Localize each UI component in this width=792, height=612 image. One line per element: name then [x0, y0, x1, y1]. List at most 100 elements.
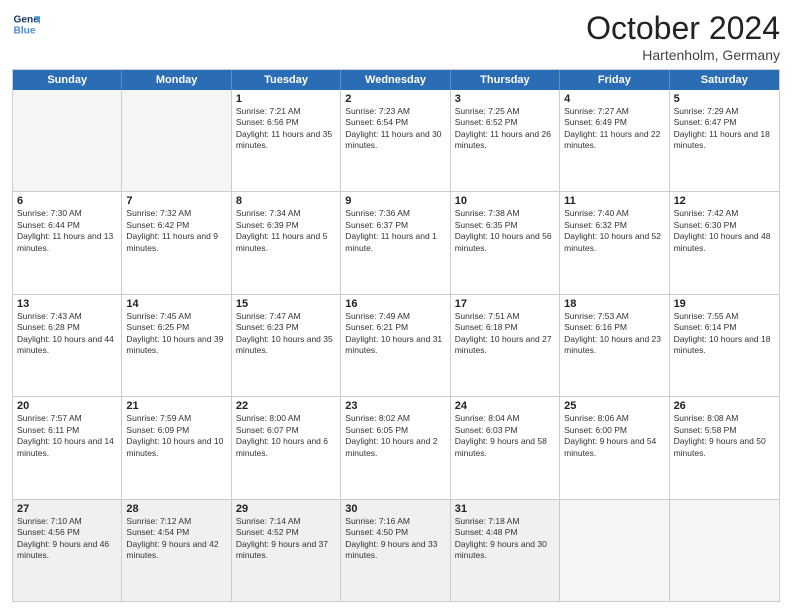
sunrise-text: Sunrise: 7:25 AM [455, 106, 555, 117]
calendar: Sunday Monday Tuesday Wednesday Thursday… [12, 69, 780, 602]
sunrise-text: Sunrise: 8:00 AM [236, 413, 336, 424]
sunrise-text: Sunrise: 7:42 AM [674, 208, 775, 219]
calendar-cell: 26Sunrise: 8:08 AMSunset: 5:58 PMDayligh… [670, 397, 779, 498]
daylight-text: Daylight: 11 hours and 18 minutes. [674, 129, 775, 152]
calendar-cell: 18Sunrise: 7:53 AMSunset: 6:16 PMDayligh… [560, 295, 669, 396]
sunrise-text: Sunrise: 7:32 AM [126, 208, 226, 219]
sunset-text: Sunset: 6:28 PM [17, 322, 117, 333]
daylight-text: Daylight: 9 hours and 58 minutes. [455, 436, 555, 459]
calendar-cell: 17Sunrise: 7:51 AMSunset: 6:18 PMDayligh… [451, 295, 560, 396]
day-number: 11 [564, 195, 664, 207]
calendar-week-5: 27Sunrise: 7:10 AMSunset: 4:56 PMDayligh… [13, 499, 779, 601]
sunrise-text: Sunrise: 7:57 AM [17, 413, 117, 424]
sunrise-text: Sunrise: 7:34 AM [236, 208, 336, 219]
sunset-text: Sunset: 6:49 PM [564, 117, 664, 128]
calendar-cell: 23Sunrise: 8:02 AMSunset: 6:05 PMDayligh… [341, 397, 450, 498]
calendar-week-1: 1Sunrise: 7:21 AMSunset: 6:56 PMDaylight… [13, 90, 779, 191]
sunset-text: Sunset: 6:39 PM [236, 220, 336, 231]
daylight-text: Daylight: 10 hours and 56 minutes. [455, 231, 555, 254]
day-number: 20 [17, 400, 117, 412]
calendar-cell: 20Sunrise: 7:57 AMSunset: 6:11 PMDayligh… [13, 397, 122, 498]
daylight-text: Daylight: 9 hours and 37 minutes. [236, 539, 336, 562]
sunset-text: Sunset: 6:14 PM [674, 322, 775, 333]
daylight-text: Daylight: 10 hours and 31 minutes. [345, 334, 445, 357]
day-number: 22 [236, 400, 336, 412]
day-number: 7 [126, 195, 226, 207]
day-number: 28 [126, 503, 226, 515]
sunset-text: Sunset: 4:50 PM [345, 527, 445, 538]
sunrise-text: Sunrise: 7:27 AM [564, 106, 664, 117]
calendar-cell: 8Sunrise: 7:34 AMSunset: 6:39 PMDaylight… [232, 192, 341, 293]
calendar-cell: 22Sunrise: 8:00 AMSunset: 6:07 PMDayligh… [232, 397, 341, 498]
calendar-cell: 4Sunrise: 7:27 AMSunset: 6:49 PMDaylight… [560, 90, 669, 191]
logo-icon: General Blue [12, 10, 40, 38]
calendar-cell: 11Sunrise: 7:40 AMSunset: 6:32 PMDayligh… [560, 192, 669, 293]
daylight-text: Daylight: 11 hours and 30 minutes. [345, 129, 445, 152]
day-number: 27 [17, 503, 117, 515]
sunrise-text: Sunrise: 7:45 AM [126, 311, 226, 322]
sunset-text: Sunset: 4:52 PM [236, 527, 336, 538]
calendar-cell: 31Sunrise: 7:18 AMSunset: 4:48 PMDayligh… [451, 500, 560, 601]
calendar-cell: 16Sunrise: 7:49 AMSunset: 6:21 PMDayligh… [341, 295, 450, 396]
daylight-text: Daylight: 9 hours and 46 minutes. [17, 539, 117, 562]
daylight-text: Daylight: 10 hours and 10 minutes. [126, 436, 226, 459]
logo: General Blue [12, 10, 40, 38]
daylight-text: Daylight: 11 hours and 22 minutes. [564, 129, 664, 152]
sunrise-text: Sunrise: 7:38 AM [455, 208, 555, 219]
sunrise-text: Sunrise: 7:10 AM [17, 516, 117, 527]
header-thursday: Thursday [451, 70, 560, 90]
calendar-cell: 24Sunrise: 8:04 AMSunset: 6:03 PMDayligh… [451, 397, 560, 498]
sunrise-text: Sunrise: 7:12 AM [126, 516, 226, 527]
header-wednesday: Wednesday [341, 70, 450, 90]
sunset-text: Sunset: 6:18 PM [455, 322, 555, 333]
day-number: 12 [674, 195, 775, 207]
day-number: 25 [564, 400, 664, 412]
daylight-text: Daylight: 10 hours and 6 minutes. [236, 436, 336, 459]
sunset-text: Sunset: 5:58 PM [674, 425, 775, 436]
sunset-text: Sunset: 6:21 PM [345, 322, 445, 333]
sunset-text: Sunset: 6:37 PM [345, 220, 445, 231]
calendar-cell [670, 500, 779, 601]
daylight-text: Daylight: 11 hours and 1 minute. [345, 231, 445, 254]
sunset-text: Sunset: 6:30 PM [674, 220, 775, 231]
daylight-text: Daylight: 10 hours and 35 minutes. [236, 334, 336, 357]
day-number: 1 [236, 93, 336, 105]
daylight-text: Daylight: 9 hours and 50 minutes. [674, 436, 775, 459]
day-number: 9 [345, 195, 445, 207]
calendar-cell [13, 90, 122, 191]
day-number: 4 [564, 93, 664, 105]
sunrise-text: Sunrise: 7:36 AM [345, 208, 445, 219]
daylight-text: Daylight: 10 hours and 18 minutes. [674, 334, 775, 357]
calendar-header-row: Sunday Monday Tuesday Wednesday Thursday… [13, 70, 779, 90]
sunset-text: Sunset: 6:35 PM [455, 220, 555, 231]
location-title: Hartenholm, Germany [586, 47, 780, 63]
daylight-text: Daylight: 10 hours and 23 minutes. [564, 334, 664, 357]
sunrise-text: Sunrise: 7:23 AM [345, 106, 445, 117]
sunrise-text: Sunrise: 7:30 AM [17, 208, 117, 219]
sunset-text: Sunset: 6:16 PM [564, 322, 664, 333]
calendar-cell: 7Sunrise: 7:32 AMSunset: 6:42 PMDaylight… [122, 192, 231, 293]
sunrise-text: Sunrise: 7:43 AM [17, 311, 117, 322]
sunset-text: Sunset: 6:52 PM [455, 117, 555, 128]
daylight-text: Daylight: 11 hours and 35 minutes. [236, 129, 336, 152]
sunset-text: Sunset: 6:54 PM [345, 117, 445, 128]
day-number: 3 [455, 93, 555, 105]
day-number: 14 [126, 298, 226, 310]
sunset-text: Sunset: 4:54 PM [126, 527, 226, 538]
daylight-text: Daylight: 10 hours and 48 minutes. [674, 231, 775, 254]
month-title: October 2024 [586, 10, 780, 47]
daylight-text: Daylight: 10 hours and 2 minutes. [345, 436, 445, 459]
sunrise-text: Sunrise: 8:04 AM [455, 413, 555, 424]
header-monday: Monday [122, 70, 231, 90]
day-number: 6 [17, 195, 117, 207]
day-number: 16 [345, 298, 445, 310]
calendar-cell: 5Sunrise: 7:29 AMSunset: 6:47 PMDaylight… [670, 90, 779, 191]
sunrise-text: Sunrise: 8:06 AM [564, 413, 664, 424]
day-number: 24 [455, 400, 555, 412]
header-friday: Friday [560, 70, 669, 90]
sunset-text: Sunset: 6:44 PM [17, 220, 117, 231]
title-block: October 2024 Hartenholm, Germany [586, 10, 780, 63]
sunrise-text: Sunrise: 7:21 AM [236, 106, 336, 117]
calendar-cell: 25Sunrise: 8:06 AMSunset: 6:00 PMDayligh… [560, 397, 669, 498]
day-number: 15 [236, 298, 336, 310]
